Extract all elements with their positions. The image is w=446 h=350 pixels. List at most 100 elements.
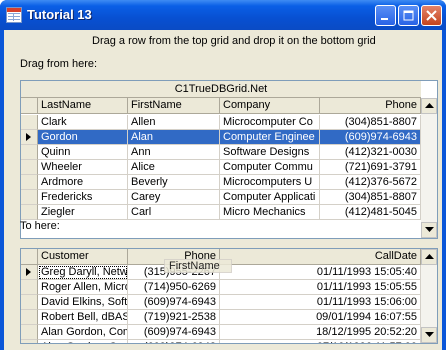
grid-cell[interactable]: David Elkins, Soft — [38, 295, 128, 310]
grid-cell[interactable]: (412)376-5672 — [320, 175, 421, 190]
row-selector[interactable] — [21, 295, 38, 310]
grid-cell[interactable]: (609)974-6943 — [320, 130, 421, 145]
row-selector[interactable] — [21, 130, 38, 145]
table-row[interactable]: Roger Allen, Micro (714)950-6269 01/11/199… — [21, 280, 421, 295]
grid-cell[interactable]: Computer Enginee — [220, 130, 320, 145]
row-selector[interactable] — [21, 280, 38, 295]
row-selector-header — [21, 249, 38, 265]
grid-cell[interactable]: 09/01/1994 16:07:55 — [220, 310, 421, 325]
grid-cell[interactable]: Software Designs — [220, 145, 320, 160]
target-grid-scrollbar[interactable] — [421, 249, 437, 343]
row-selector[interactable] — [21, 190, 38, 205]
grid-cell[interactable]: Beverly — [128, 175, 220, 190]
grid-cell[interactable]: Ziegler — [38, 205, 128, 220]
table-row[interactable]: Ardmore Beverly Microcomputers U (412)376-5… — [21, 175, 421, 190]
arrow-up-icon — [425, 103, 434, 108]
grid-cell[interactable]: Fredericks — [38, 190, 128, 205]
table-row[interactable]: Clark Allen Microcomputer Co (304)851-8807 — [21, 115, 421, 130]
grid-cell[interactable]: Ardmore — [38, 175, 128, 190]
scroll-up-button[interactable] — [421, 98, 437, 114]
grid-cell[interactable]: (721)691-3791 — [320, 160, 421, 175]
column-header-calldate[interactable]: CallDate — [220, 249, 421, 265]
column-header-firstname[interactable]: FirstName — [128, 98, 220, 114]
grid-cell[interactable]: 01/11/1993 15:05:40 — [220, 265, 421, 280]
table-row[interactable]: Ziegler Carl Micro Mechanics (412)481-5045 — [21, 205, 421, 220]
grid-cell[interactable]: Computer Commu — [220, 160, 320, 175]
row-selector[interactable] — [21, 160, 38, 175]
table-row[interactable]: Alan Gordon, Com (609)974-6943 18/12/1995 … — [21, 325, 421, 340]
column-header-phone[interactable]: Phone — [320, 98, 421, 114]
grid-cell[interactable]: 07/10/1996 11:57:00 — [220, 340, 421, 343]
table-row[interactable]: David Elkins, Soft (609)974-6943 01/11/199… — [21, 295, 421, 310]
title-bar[interactable]: Tutorial 13 — [0, 0, 446, 30]
table-row[interactable]: Gordon Alan Computer Enginee (609)974-6943 — [21, 130, 421, 145]
arrow-down-icon — [425, 227, 434, 232]
grid-cell[interactable]: 01/11/1993 15:05:55 — [220, 280, 421, 295]
grid-cell[interactable]: (304)851-8807 — [320, 190, 421, 205]
maximize-icon — [403, 10, 414, 21]
row-selector[interactable] — [21, 310, 38, 325]
table-row[interactable]: Fredericks Carey Computer Applicati (304)85… — [21, 190, 421, 205]
row-selector[interactable] — [21, 265, 38, 280]
column-header-company[interactable]: Company — [220, 98, 320, 114]
grid-cell[interactable]: Allen — [128, 115, 220, 130]
grid-cell[interactable]: (609)974-6943 — [128, 295, 220, 310]
row-selector[interactable] — [21, 325, 38, 340]
row-selector[interactable] — [21, 340, 38, 343]
close-button[interactable] — [421, 5, 442, 26]
grid-cell[interactable]: Clark — [38, 115, 128, 130]
maximize-button[interactable] — [398, 5, 419, 26]
grid-cell[interactable]: (609)974-6943 — [128, 325, 220, 340]
row-selector[interactable] — [21, 145, 38, 160]
scroll-down-button[interactable] — [421, 327, 437, 343]
grid-cell[interactable]: 18/12/1995 20:52:20 — [220, 325, 421, 340]
grid-caption: C1TrueDBGrid.Net — [21, 81, 421, 98]
grid-cell[interactable]: Alan Gordon, Com — [38, 340, 128, 343]
grid-cell[interactable]: Alice — [128, 160, 220, 175]
grid-cell[interactable]: Wheeler — [38, 160, 128, 175]
grid-cell[interactable]: Carl — [128, 205, 220, 220]
current-row-arrow-icon — [26, 268, 31, 276]
scroll-down-button[interactable] — [421, 222, 437, 238]
grid-cell[interactable]: (714)950-6269 — [128, 280, 220, 295]
grid-cell[interactable]: Microcomputers U — [220, 175, 320, 190]
window-title: Tutorial 13 — [27, 7, 92, 22]
grid-cell[interactable]: (609)974-6943 — [128, 340, 220, 343]
table-row[interactable]: Wheeler Alice Computer Commu (721)691-3791 — [21, 160, 421, 175]
minimize-icon — [381, 18, 388, 20]
table-row[interactable]: Alan Gordon, Com(609)974-694307/10/1996 … — [21, 340, 421, 343]
column-header-lastname[interactable]: LastName — [38, 98, 128, 114]
grid-cell[interactable]: Microcomputer Co — [220, 115, 320, 130]
grid-cell[interactable]: Roger Allen, Micro — [38, 280, 128, 295]
row-selector[interactable] — [21, 115, 38, 130]
grid-cell[interactable]: (719)921-2538 — [128, 310, 220, 325]
scroll-up-button[interactable] — [421, 249, 437, 265]
grid-cell[interactable]: Gordon — [38, 130, 128, 145]
column-header-customer[interactable]: Customer — [38, 249, 128, 265]
current-row-arrow-icon — [26, 133, 31, 141]
grid-cell[interactable]: Quinn — [38, 145, 128, 160]
table-row[interactable]: Quinn Ann Software Designs (412)321-0030 — [21, 145, 421, 160]
minimize-button[interactable] — [375, 5, 396, 26]
grid-cell[interactable]: Micro Mechanics — [220, 205, 320, 220]
table-row[interactable]: Robert Bell, dBAS (719)921-2538 09/01/1994… — [21, 310, 421, 325]
row-selector-header — [21, 98, 38, 114]
row-selector[interactable] — [21, 205, 38, 220]
grid-cell[interactable]: (304)851-8807 — [320, 115, 421, 130]
grid-cell[interactable]: (412)481-5045 — [320, 205, 421, 220]
grid-cell[interactable]: Computer Applicati — [220, 190, 320, 205]
grid-cell[interactable]: (412)321-0030 — [320, 145, 421, 160]
source-grid-scrollbar[interactable] — [421, 98, 437, 238]
grid-cell[interactable]: Alan — [128, 130, 220, 145]
drag-from-label: Drag from here: — [20, 58, 98, 70]
grid-cell[interactable]: Alan Gordon, Com — [38, 325, 128, 340]
grid-cell[interactable]: Ann — [128, 145, 220, 160]
row-selector[interactable] — [21, 175, 38, 190]
source-grid[interactable]: C1TrueDBGrid.Net LastName FirstName Comp… — [20, 80, 438, 239]
drop-target-label: To here: — [20, 220, 60, 232]
grid-cell[interactable]: 01/11/1993 15:06:00 — [220, 295, 421, 310]
grid-cell[interactable]: Carey — [128, 190, 220, 205]
grid-cell[interactable]: Greg Daryll, Netwo — [38, 265, 128, 280]
drag-feedback-tooltip: FirstName — [164, 259, 232, 273]
grid-cell[interactable]: Robert Bell, dBAS — [38, 310, 128, 325]
